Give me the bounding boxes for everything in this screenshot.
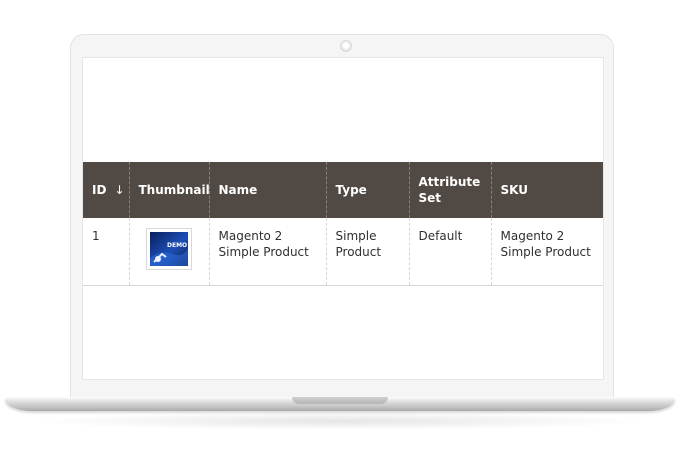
- grid-header-row: ID ↓ Thumbnail Name Type Attribute Set SK…: [83, 162, 603, 218]
- column-header-sku[interactable]: SKU: [490, 162, 603, 218]
- cell-thumbnail: DEMO: [128, 218, 209, 286]
- column-header-thumbnail[interactable]: Thumbnail: [128, 162, 210, 218]
- product-thumbnail[interactable]: DEMO: [146, 228, 192, 270]
- column-header-name[interactable]: Name: [208, 162, 326, 218]
- cell-sku: Magento 2 Simple Product: [490, 218, 603, 286]
- cell-id: 1: [83, 218, 129, 286]
- laptop-notch: [292, 397, 388, 404]
- column-header-id[interactable]: ID ↓: [83, 162, 129, 218]
- arrow-down-icon[interactable]: ↓: [114, 183, 124, 197]
- table-row[interactable]: 1 DEMO Magento 2 Simple Product Simple P…: [83, 218, 603, 286]
- webcam-icon: [340, 40, 352, 52]
- product-image: DEMO: [150, 232, 188, 266]
- column-header-type[interactable]: Type: [325, 162, 409, 218]
- column-header-label: ID: [92, 183, 107, 197]
- cell-type: Simple Product: [325, 218, 409, 286]
- cell-name: Magento 2 Simple Product: [208, 218, 326, 286]
- column-header-label: Type: [335, 183, 367, 197]
- column-header-label: Attribute Set: [418, 175, 481, 205]
- column-header-label: SKU: [500, 183, 528, 197]
- laptop-screen: ID ↓ Thumbnail Name Type Attribute Set SK…: [82, 57, 604, 380]
- column-header-label: Name: [218, 183, 258, 197]
- cell-attribute-set: Default: [408, 218, 491, 286]
- column-header-attribute-set[interactable]: Attribute Set: [408, 162, 491, 218]
- column-header-label: Thumbnail: [138, 183, 210, 197]
- thumbnail-text: DEMO: [167, 242, 187, 249]
- product-grid: ID ↓ Thumbnail Name Type Attribute Set SK…: [83, 162, 603, 286]
- laptop-shadow: [30, 412, 650, 430]
